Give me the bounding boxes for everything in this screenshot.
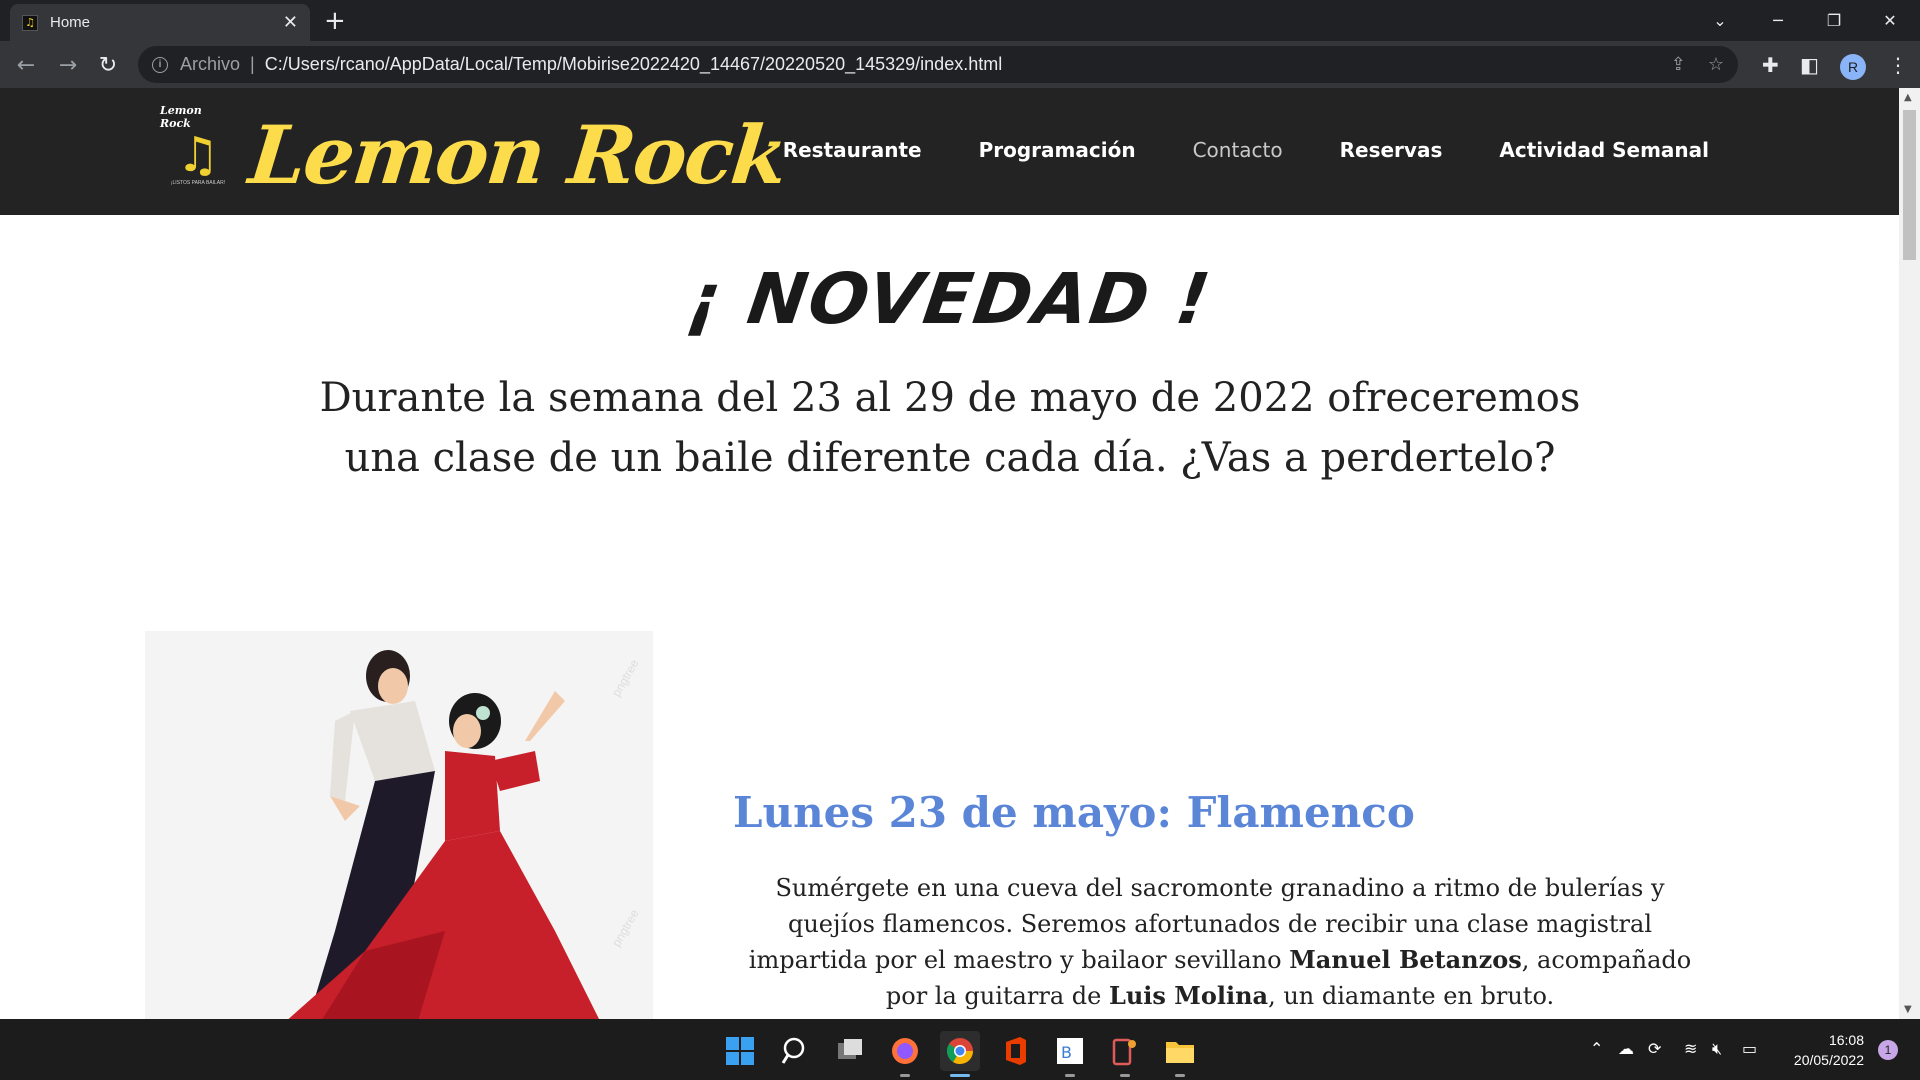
battery-icon[interactable]: ▭	[1742, 1039, 1757, 1058]
flamenco-illustration: pngtree pngtree	[145, 631, 653, 1019]
bookmark-star-icon[interactable]: ☆	[1708, 54, 1724, 75]
menu-reservas[interactable]: Reservas	[1340, 138, 1443, 162]
chrome-icon	[946, 1038, 974, 1065]
task-view-button[interactable]	[830, 1031, 870, 1071]
scroll-down-icon[interactable]: ▼	[1904, 1004, 1912, 1015]
tab-search-icon[interactable]: ⌄	[1692, 0, 1748, 41]
tab-title: Home	[50, 14, 91, 31]
page-heading: ¡ NOVEDAD !	[682, 258, 1217, 340]
menu-actividad-semanal[interactable]: Actividad Semanal	[1499, 138, 1709, 162]
firefox-icon	[892, 1038, 918, 1064]
address-url[interactable]: C:/Users/rcano/AppData/Local/Temp/Mobiri…	[265, 54, 1003, 75]
svg-text:B: B	[1061, 1043, 1072, 1062]
menu-programacion[interactable]: Programación	[979, 138, 1136, 162]
close-window-button[interactable]: ✕	[1862, 0, 1918, 41]
scrollbar-thumb[interactable]	[1903, 110, 1916, 260]
address-separator: |	[250, 54, 255, 74]
windows-taskbar: B ⌃ ☁ ⟳ ≋ 🔇︎ ▭ 16:08 20/05/2022 1	[0, 1019, 1920, 1080]
menu-contacto[interactable]: Contacto	[1193, 138, 1283, 162]
phone-link-icon	[1112, 1038, 1136, 1066]
browser-tab[interactable]: ♫ Home ✕	[10, 4, 310, 41]
running-indicator	[1065, 1074, 1075, 1077]
start-button[interactable]	[720, 1031, 760, 1071]
forward-icon[interactable]: →	[52, 49, 84, 81]
new-tab-button[interactable]: +	[324, 6, 346, 36]
mobirise-icon: B	[1057, 1038, 1083, 1064]
scroll-up-icon[interactable]: ▲	[1904, 92, 1912, 103]
volume-muted-icon[interactable]: 🔇︎	[1712, 1039, 1722, 1059]
onedrive-cloud-icon[interactable]: ☁	[1618, 1039, 1634, 1058]
day-description: Sumérgete en una cueva del sacromonte gr…	[740, 870, 1700, 1014]
taskbar-chrome[interactable]	[940, 1031, 980, 1077]
taskbar-office[interactable]	[995, 1031, 1035, 1071]
show-hidden-icons-icon[interactable]: ⌃	[1590, 1039, 1603, 1058]
browser-toolbar: ← → ↻ i Archivo | C:/Users/rcano/AppData…	[0, 41, 1920, 88]
taskbar-firefox[interactable]	[885, 1031, 925, 1077]
wifi-icon[interactable]: ≋	[1684, 1039, 1697, 1058]
running-indicator	[1120, 1074, 1130, 1077]
desc-name-1: Manuel Betanzos	[1289, 945, 1522, 974]
intro-text: Durante la semana del 23 al 29 de mayo d…	[319, 375, 1581, 481]
site-navbar: Lemon Rock ♫ ¡LISTOS PARA BAILAR! Lemon …	[0, 88, 1899, 215]
info-icon[interactable]: i	[152, 56, 168, 73]
dancers-logo-icon: ♫	[176, 127, 220, 183]
clock-time: 16:08	[1828, 1032, 1864, 1048]
page-viewport: Lemon Rock ♫ ¡LISTOS PARA BAILAR! Lemon …	[0, 88, 1899, 1019]
minimize-button[interactable]: ─	[1750, 0, 1806, 41]
page-scrollbar[interactable]: ▲ ▼	[1899, 88, 1920, 1019]
site-favicon-icon: ♫	[22, 14, 38, 31]
extensions-icon[interactable]: ✚	[1762, 53, 1779, 77]
site-menu: Restaurante Programación Contacto Reserv…	[726, 138, 1709, 162]
day-title: Lunes 23 de mayo: Flamenco	[733, 788, 1415, 837]
taskbar-mobirise[interactable]: B	[1050, 1031, 1090, 1077]
office-icon	[1006, 1037, 1026, 1065]
desc-name-2: Luis Molina	[1108, 981, 1269, 1010]
logo-small[interactable]: Lemon Rock ♫ ¡LISTOS PARA BAILAR!	[160, 104, 236, 196]
running-indicator	[1175, 1074, 1185, 1077]
reload-icon[interactable]: ↻	[92, 49, 124, 81]
flamenco-dancers-image	[145, 631, 653, 1019]
share-icon[interactable]: ⇪	[1671, 54, 1686, 75]
notification-badge[interactable]: 1	[1878, 1040, 1898, 1060]
back-icon[interactable]: ←	[10, 49, 42, 81]
active-indicator	[950, 1074, 970, 1077]
desc-text-3: , un diamante en bruto.	[1268, 982, 1555, 1010]
taskbar-clock[interactable]: 16:08 20/05/2022	[1794, 1030, 1864, 1070]
menu-restaurante[interactable]: Restaurante	[783, 138, 922, 162]
search-icon	[781, 1037, 805, 1064]
brand-title[interactable]: Lemon Rock	[245, 108, 790, 202]
search-button[interactable]	[775, 1031, 815, 1071]
profile-avatar[interactable]: R	[1840, 54, 1866, 80]
browser-menu-icon[interactable]: ⋮	[1888, 53, 1908, 77]
sync-icon[interactable]: ⟳	[1648, 1039, 1661, 1058]
taskbar-phone-link[interactable]	[1105, 1031, 1145, 1077]
task-view-icon	[838, 1039, 862, 1059]
taskbar-file-explorer[interactable]	[1160, 1031, 1200, 1077]
windows-logo-icon	[726, 1037, 754, 1065]
restore-button[interactable]: ❐	[1806, 0, 1862, 41]
tab-close-icon[interactable]: ✕	[283, 12, 298, 33]
folder-icon	[1166, 1042, 1194, 1063]
address-bar[interactable]: i Archivo | C:/Users/rcano/AppData/Local…	[138, 46, 1738, 83]
logo-small-tagline: ¡LISTOS PARA BAILAR!	[170, 180, 226, 186]
browser-tab-bar: ♫ Home ✕ + ⌄ ─ ❐ ✕	[0, 0, 1920, 41]
clock-date: 20/05/2022	[1793, 1052, 1864, 1068]
side-panel-icon[interactable]: ◧	[1800, 53, 1819, 77]
running-indicator	[900, 1074, 910, 1077]
address-scheme: Archivo	[180, 54, 241, 74]
